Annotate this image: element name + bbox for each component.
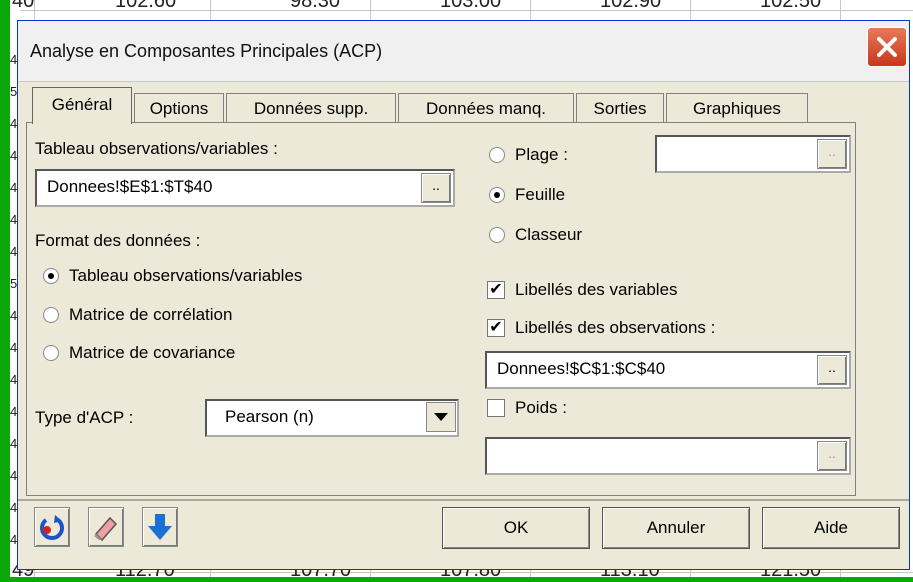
table-label: Tableau observations/variables : [35, 139, 278, 158]
acp-type-value: Pearson (n) [225, 407, 314, 426]
obs-labels-picker-button[interactable]: .. [817, 355, 847, 385]
var-labels-label[interactable]: Libellés des variables [515, 280, 678, 300]
sheet-cell: 40 [12, 0, 35, 12]
move-down-button[interactable] [142, 507, 178, 547]
format-label: Format des données : [35, 231, 201, 250]
dest-radio-workbook[interactable] [489, 227, 505, 243]
obs-labels-label[interactable]: Libellés des observations : [515, 318, 715, 338]
reset-button[interactable] [34, 507, 70, 547]
help-button[interactable]: Aide [762, 507, 900, 549]
tab-outputs[interactable]: Sorties [576, 93, 664, 123]
format-radio-correlation[interactable] [43, 307, 59, 323]
sheet-cell: 102.50 [760, 0, 822, 12]
sheet-cell: 102.90 [600, 0, 662, 12]
format-option-covariance[interactable]: Matrice de covariance [69, 343, 235, 363]
clear-button[interactable] [88, 507, 124, 547]
reset-icon [40, 515, 64, 540]
weights-picker-button[interactable]: .. [817, 441, 847, 471]
tab-supplementary-data[interactable]: Données supp. [226, 93, 396, 123]
obs-labels-checkbox[interactable]: ✔ [487, 319, 505, 337]
acp-type-label: Type d'ACP : [35, 408, 134, 427]
arrow-down-icon [148, 514, 172, 540]
title-bar[interactable]: Analyse en Composantes Principales (ACP) [18, 21, 909, 82]
dest-option-sheet[interactable]: Feuille [515, 185, 565, 205]
acp-dialog: Analyse en Composantes Principales (ACP)… [17, 20, 910, 570]
table-range-picker-button[interactable]: .. [421, 173, 451, 203]
dest-radio-sheet[interactable] [489, 187, 505, 203]
table-range-value: Donnees!$E$1:$T$40 [47, 177, 213, 196]
format-option-table[interactable]: Tableau observations/variables [69, 266, 302, 286]
ok-button[interactable]: OK [442, 507, 590, 549]
dest-option-workbook[interactable]: Classeur [515, 225, 582, 245]
range-picker-button[interactable]: .. [817, 139, 847, 169]
cancel-button[interactable]: Annuler [602, 507, 750, 549]
sheet-cell: 102.60 [115, 0, 177, 12]
format-radio-covariance[interactable] [43, 345, 59, 361]
var-labels-checkbox[interactable]: ✔ [487, 281, 505, 299]
dest-option-range[interactable]: Plage : [515, 145, 568, 165]
tab-charts[interactable]: Graphiques [666, 93, 808, 123]
general-panel: Tableau observations/variables : Donnees… [26, 122, 856, 496]
footer-divider [18, 499, 909, 501]
weights-checkbox[interactable] [487, 399, 505, 417]
table-range-input[interactable]: Donnees!$E$1:$T$40 .. [35, 169, 455, 207]
weights-range-input[interactable]: .. [485, 437, 851, 475]
format-option-correlation[interactable]: Matrice de corrélation [69, 305, 232, 325]
weights-label[interactable]: Poids : [515, 398, 567, 418]
dialog-title: Analyse en Composantes Principales (ACP) [30, 41, 383, 61]
range-input[interactable]: .. [655, 135, 851, 173]
sheet-cell: 103.00 [440, 0, 502, 12]
eraser-icon [94, 516, 118, 542]
acp-type-select[interactable]: Pearson (n) [205, 399, 459, 437]
obs-labels-range-input[interactable]: Donnees!$C$1:$C$40 .. [485, 351, 851, 389]
format-radio-table[interactable] [43, 268, 59, 284]
tab-missing-data[interactable]: Données manq. [398, 93, 574, 123]
close-button[interactable] [867, 27, 907, 67]
chevron-down-icon[interactable] [426, 402, 456, 432]
sheet-cell: 98.30 [290, 0, 341, 12]
tab-options[interactable]: Options [134, 93, 224, 123]
close-icon [877, 37, 897, 57]
tab-general[interactable]: Général [32, 87, 132, 124]
obs-labels-range-value: Donnees!$C$1:$C$40 [497, 359, 666, 378]
dest-radio-range[interactable] [489, 147, 505, 163]
